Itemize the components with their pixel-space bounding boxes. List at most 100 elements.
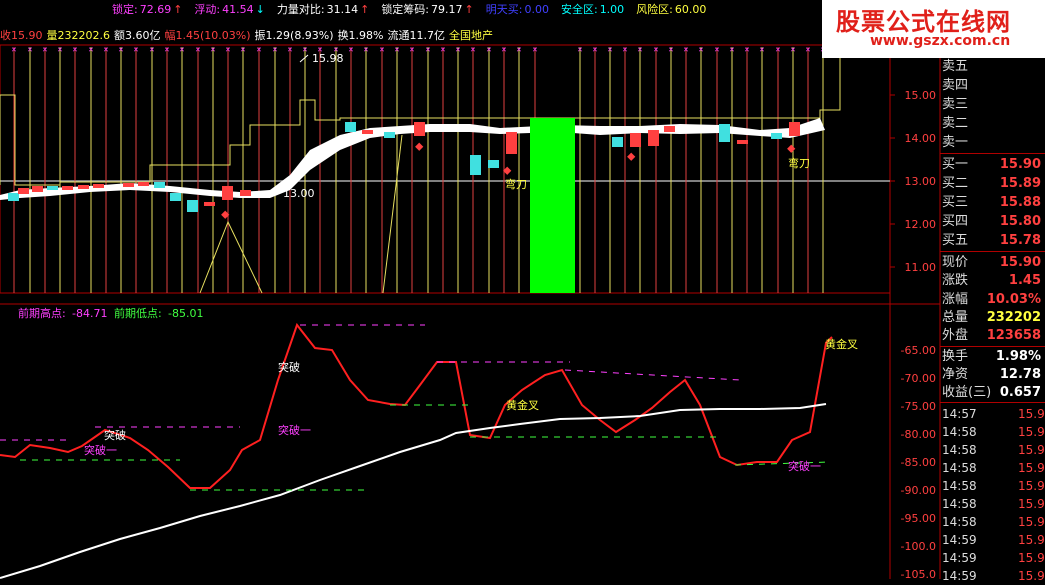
tick-mark: ✕ bbox=[272, 46, 278, 54]
summary-item: 力量对比: 31.14 ↑ bbox=[277, 3, 371, 16]
tick-price: 15.9 bbox=[1018, 461, 1045, 476]
order-label: 卖四 bbox=[942, 78, 969, 93]
candle bbox=[32, 186, 43, 192]
tick-mark: ✕ bbox=[592, 46, 598, 54]
kline-chart[interactable]: 15.00 14.00 13.00 12.00 11.00 -65.00 -70… bbox=[0, 0, 1045, 579]
order-price: 15.80 bbox=[999, 214, 1041, 229]
order-label: 卖三 bbox=[942, 97, 969, 112]
tick-mark: ✕ bbox=[302, 46, 308, 54]
tick-row: 14:57 15.9 bbox=[940, 405, 1045, 423]
trend-line bbox=[299, 54, 309, 63]
tick-mark: ✕ bbox=[179, 46, 185, 54]
candle bbox=[648, 130, 659, 146]
tick-price: 15.9 bbox=[1018, 569, 1045, 584]
stat-row: 换手 1.98% bbox=[940, 348, 1045, 366]
support-resistance-line bbox=[564, 369, 741, 381]
stat-row: 净资 12.78 bbox=[940, 366, 1045, 384]
trend-arrow-icon: ↓ bbox=[255, 3, 265, 16]
price-tick-label: 15.00 bbox=[905, 89, 937, 102]
legend-high-label: 前期高点: bbox=[18, 306, 66, 320]
tick-mark: ✕ bbox=[149, 46, 155, 54]
quote-info-bar: 收15.90 量232202.6 额3.60亿 幅1.45(10.03%) 振1.29(… bbox=[0, 27, 900, 45]
order-book-row: 买一 15.90 bbox=[940, 156, 1045, 174]
trend-arrow-icon: ↑ bbox=[173, 3, 183, 16]
order-book-row: 卖三 bbox=[940, 96, 1045, 114]
stat-row: 涨幅 10.03% bbox=[940, 291, 1045, 309]
order-book-row: 卖一 bbox=[940, 134, 1045, 152]
tick-mark: ✕ bbox=[440, 46, 446, 54]
stat-label: 涨跌 bbox=[942, 273, 969, 289]
order-label: 买四 bbox=[942, 214, 969, 229]
summary-value: 60.00 bbox=[674, 3, 707, 16]
stat-label: 换手 bbox=[942, 348, 969, 364]
stat-value: 1.98% bbox=[995, 348, 1041, 364]
separator bbox=[940, 402, 1045, 404]
stat-value: 12.78 bbox=[999, 366, 1041, 382]
legend-low-label: 前期低点: bbox=[114, 306, 162, 320]
quote-sidebar: 卖五 卖四 卖三 卖二 卖一 买一 15.90 买二 15.89 买三 15.88 买四 15.80 买五… bbox=[940, 58, 1045, 583]
price-tick-label: 12.00 bbox=[905, 218, 937, 231]
high-price-label: 15.98 bbox=[312, 52, 344, 65]
candle bbox=[789, 122, 800, 136]
summary-label: 锁定: bbox=[112, 3, 138, 16]
stat-label: 现价 bbox=[942, 255, 969, 270]
tick-time: 14:57 bbox=[942, 407, 977, 422]
ind-tick-label: -80.00 bbox=[901, 428, 936, 441]
order-book-row: 卖五 bbox=[940, 58, 1045, 76]
tick-mark: ✕ bbox=[103, 46, 109, 54]
tick-mark: ✕ bbox=[348, 46, 354, 54]
tick-price: 15.9 bbox=[1018, 551, 1045, 566]
stat-row: 外盘 123658 bbox=[940, 327, 1045, 345]
tick-mark: ✕ bbox=[470, 46, 476, 54]
tick-mark: ✕ bbox=[409, 46, 415, 54]
summary-label: 安全区: bbox=[560, 3, 598, 16]
ind-tick-label: -85.00 bbox=[901, 456, 936, 469]
tick-mark: ✕ bbox=[195, 46, 201, 54]
ind-tick-label: -90.00 bbox=[901, 484, 936, 497]
summary-item: 浮动: 41.54 ↓ bbox=[194, 3, 266, 16]
stat-row: 现价 15.90 bbox=[940, 254, 1045, 272]
buy-signal-icon: ⬥ bbox=[415, 139, 424, 153]
tick-row: 14:58 15.9 bbox=[940, 423, 1045, 441]
summary-label: 锁定筹码: bbox=[381, 3, 430, 16]
tick-mark: ✕ bbox=[486, 46, 492, 54]
logo-url: www.gszx.com.cn bbox=[870, 33, 1011, 49]
legend-high-value: -84.71 bbox=[72, 307, 107, 320]
summary-value: 72.69 bbox=[139, 3, 172, 16]
tick-mark: ✕ bbox=[729, 46, 735, 54]
order-book-row: 买五 15.78 bbox=[940, 232, 1045, 250]
order-label: 买二 bbox=[942, 176, 969, 191]
info-item: 收15.90 bbox=[0, 29, 43, 42]
tick-price: 15.9 bbox=[1018, 533, 1045, 548]
legend-low-value: -85.01 bbox=[168, 307, 203, 320]
stat-value: 232202 bbox=[986, 309, 1041, 325]
stat-row: 总量 232202 bbox=[940, 309, 1045, 327]
tick-mark: ✕ bbox=[759, 46, 765, 54]
tick-price: 15.9 bbox=[1018, 425, 1045, 440]
candle bbox=[771, 133, 782, 139]
separator bbox=[940, 153, 1045, 154]
candle bbox=[345, 122, 356, 132]
tick-mark: ✕ bbox=[775, 46, 781, 54]
price-panel-border bbox=[0, 44, 891, 294]
candle bbox=[506, 132, 517, 154]
tick-mark: ✕ bbox=[668, 46, 674, 54]
info-item: 量232202.6 bbox=[46, 29, 111, 42]
site-logo: 股票公式在线网 www.gszx.com.cn bbox=[822, 0, 1045, 58]
tick-mark: ✕ bbox=[501, 46, 507, 54]
wandao-label: 弯刀 bbox=[505, 177, 527, 191]
stat-label: 外盘 bbox=[942, 328, 969, 344]
tick-mark: ✕ bbox=[379, 46, 385, 54]
tick-mark: ✕ bbox=[57, 46, 63, 54]
tick-mark: ✕ bbox=[363, 46, 369, 54]
indicator-axis: -65.00 -70.00 -75.00 -80.00 -85.00 -90.0… bbox=[901, 344, 936, 579]
ind-tick-label: -65.00 bbox=[901, 344, 936, 357]
logo-title: 股票公式在线网 bbox=[836, 8, 1011, 36]
tick-price: 15.9 bbox=[1018, 443, 1045, 458]
stat-value: 0.657 bbox=[999, 385, 1041, 401]
tick-time: 14:59 bbox=[942, 569, 977, 584]
tick-mark: ✕ bbox=[164, 46, 170, 54]
price-tick-label: 13.00 bbox=[905, 175, 937, 188]
breakout-one-label: 突破一 bbox=[788, 459, 821, 473]
candle bbox=[414, 122, 425, 136]
